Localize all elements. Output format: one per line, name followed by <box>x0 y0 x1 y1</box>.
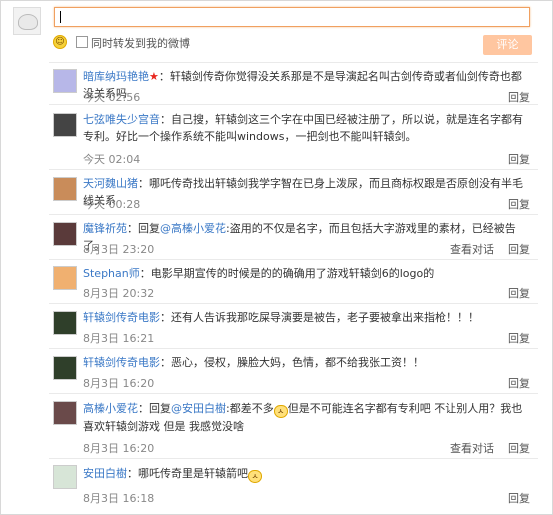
avatar[interactable] <box>53 113 77 137</box>
reply-link[interactable]: 回复 <box>508 151 530 167</box>
comment-author[interactable]: Stephan师 <box>83 267 140 280</box>
reply-prefix: ：回复 <box>127 222 160 235</box>
comment-time: 8月3日 23:20 <box>83 243 155 256</box>
vip-star-icon: ★ <box>149 70 159 83</box>
avatar[interactable] <box>53 356 77 380</box>
reply-link[interactable]: 回复 <box>508 285 530 301</box>
reply-link[interactable]: 回复 <box>508 440 530 456</box>
comment-time: 8月3日 16:20 <box>83 442 155 455</box>
comment-body: ：哪吒传奇里是轩辕箭吧 <box>127 467 248 480</box>
comment-body: ：电影早期宣传的时候是的的确确用了游戏轩辕剑6的logo的 <box>139 267 435 280</box>
comment-item: 轩辕剑传奇电影：恶心，侵权，臊脸大妈，色情，都不给我张工资！！ 8月3日 16:… <box>49 348 538 393</box>
comment-time: 今天 02:56 <box>83 91 141 104</box>
comment-author[interactable]: 天河魏山猪 <box>83 177 138 190</box>
text-caret <box>60 11 61 23</box>
comment-text: Stephan师：电影早期宣传的时候是的的确确用了游戏轩辕剑6的logo的 <box>83 265 532 282</box>
avatar[interactable] <box>53 401 77 425</box>
comment-time: 8月3日 16:21 <box>83 332 155 345</box>
view-conversation-link[interactable]: 查看对话 <box>450 241 494 257</box>
comment-author[interactable]: 安田白樹 <box>83 467 127 480</box>
comment-text: 天河魏山猪：哪吒传奇找出轩辕剑我学字智在已身上泼尿，而且商标权跟是否原创没有半毛… <box>83 175 532 209</box>
reply-link[interactable]: 回复 <box>508 375 530 391</box>
reply-link[interactable]: 回复 <box>508 330 530 346</box>
avatar[interactable] <box>53 266 77 290</box>
reply-prefix: ：回复 <box>138 402 171 415</box>
comment-time: 今天 02:04 <box>83 153 141 166</box>
repost-label: 同时转发到我的微博 <box>91 37 190 50</box>
comment-body: ：还有人告诉我那吃屎导演要是被告，老子要被拿出来指枪！！！ <box>160 311 479 324</box>
comment-item: Stephan师：电影早期宣传的时候是的的确确用了游戏轩辕剑6的logo的 8月… <box>49 259 538 303</box>
comment-item: 七弦唯失少宫音：自己搜，轩辕剑这三个字在中国已经被注册了，所以说，就是连名字都有… <box>49 104 538 169</box>
comment-time: 8月3日 16:18 <box>83 492 155 505</box>
comment-time: 今天 00:28 <box>83 198 141 211</box>
comment-body: :都差不多 <box>226 402 274 415</box>
comment-body: ：哪吒传奇找出轩辕剑我学字智在已身上泼尿，而且商标权跟是否原创没有半毛线关系 <box>83 177 523 207</box>
avatar[interactable] <box>53 177 77 201</box>
submit-comment-button[interactable]: 评论 <box>483 35 532 55</box>
comment-author[interactable]: 魔锋祈苑 <box>83 222 127 235</box>
reply-link[interactable]: 回复 <box>508 89 530 105</box>
comment-input[interactable] <box>54 7 530 27</box>
comment-text: 安田白樹：哪吒传奇里是轩辕箭吧ㅅ <box>83 465 532 483</box>
avatar[interactable] <box>53 465 77 489</box>
repost-checkbox[interactable] <box>76 36 88 48</box>
current-user-avatar[interactable] <box>13 7 41 35</box>
reply-link[interactable]: 回复 <box>508 241 530 257</box>
comment-item: 魔锋祈苑：回复@高榛小爱花:盗用的不仅是名字，而且包括大字游戏里的素材，已经被告… <box>49 214 538 259</box>
comment-body: ：恶心，侵权，臊脸大妈，色情，都不给我张工资！！ <box>160 356 424 369</box>
avatar[interactable] <box>53 222 77 246</box>
cat-emoticon-icon: ㅅ <box>248 470 262 483</box>
comment-author[interactable]: 七弦唯失少宫音 <box>83 113 160 126</box>
comment-item: 暗库纳玛艳艳★：轩辕剑传奇你觉得没关系那是不是导演起名叫古剑传奇或者仙剑传奇也都… <box>49 62 538 104</box>
emoji-icon[interactable]: ☺ <box>53 35 67 49</box>
comment-author[interactable]: 轩辕剑传奇电影 <box>83 311 160 324</box>
mention-link[interactable]: @高榛小爱花 <box>160 222 226 235</box>
comment-item: 高榛小爱花：回复@安田白樹:都差不多ㅅ但是不可能连名字都有专利吧 不让别人用？我… <box>49 393 538 458</box>
comment-text: 轩辕剑传奇电影：还有人告诉我那吃屎导演要是被告，老子要被拿出来指枪！！！ <box>83 309 532 326</box>
comment-text: 暗库纳玛艳艳★：轩辕剑传奇你觉得没关系那是不是导演起名叫古剑传奇或者仙剑传奇也都… <box>83 68 532 102</box>
avatar[interactable] <box>53 311 77 335</box>
comment-author[interactable]: 高榛小爱花 <box>83 402 138 415</box>
comment-time: 8月3日 16:20 <box>83 377 155 390</box>
avatar-bird-icon <box>18 14 38 30</box>
comment-time: 8月3日 20:32 <box>83 287 155 300</box>
comment-item: 轩辕剑传奇电影：还有人告诉我那吃屎导演要是被告，老子要被拿出来指枪！！！ 8月3… <box>49 303 538 348</box>
avatar[interactable] <box>53 69 77 93</box>
mention-link[interactable]: @安田白樹 <box>171 402 226 415</box>
comment-item: 天河魏山猪：哪吒传奇找出轩辕剑我学字智在已身上泼尿，而且商标权跟是否原创没有半毛… <box>49 169 538 214</box>
comment-text: 高榛小爱花：回复@安田白樹:都差不多ㅅ但是不可能连名字都有专利吧 不让别人用？我… <box>83 400 532 435</box>
cat-emoticon-icon: ㅅ <box>273 405 288 418</box>
comment-text: 轩辕剑传奇电影：恶心，侵权，臊脸大妈，色情，都不给我张工资！！ <box>83 354 532 371</box>
comment-panel: ☺ 同时转发到我的微博 评论 暗库纳玛艳艳★：轩辕剑传奇你觉得没关系那是不是导演… <box>0 0 553 515</box>
comment-text: 七弦唯失少宫音：自己搜，轩辕剑这三个字在中国已经被注册了，所以说，就是连名字都有… <box>83 111 532 145</box>
comment-author[interactable]: 轩辕剑传奇电影 <box>83 356 160 369</box>
comment-item: 安田白樹：哪吒传奇里是轩辕箭吧ㅅ 8月3日 16:18 回复 <box>49 458 538 509</box>
reply-link[interactable]: 回复 <box>508 490 530 506</box>
comment-author[interactable]: 暗库纳玛艳艳 <box>83 70 149 83</box>
reply-link[interactable]: 回复 <box>508 196 530 212</box>
view-conversation-link[interactable]: 查看对话 <box>450 440 494 456</box>
